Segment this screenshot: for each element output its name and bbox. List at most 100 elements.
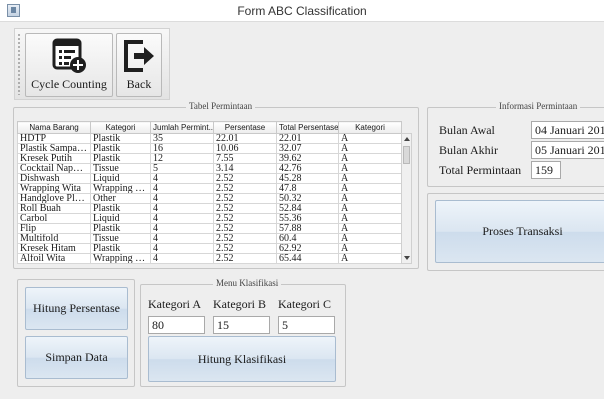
cell-jumlah: 35: [150, 133, 214, 144]
table-row[interactable]: Alfoil Wita Wrapping dan ... 4 2.52 65.4…: [17, 253, 402, 264]
cell-kategori-abc: A: [338, 173, 402, 184]
cell-kategori: Wrapping dan ...: [90, 183, 151, 194]
tabel-permintaan-title: Tabel Permintaan: [186, 101, 256, 111]
scroll-down-arrow-icon[interactable]: [404, 256, 410, 260]
cell-jumlah: 4: [150, 243, 214, 254]
table-scrollbar[interactable]: [401, 133, 412, 264]
cycle-counting-button[interactable]: Cycle Counting: [25, 33, 113, 97]
total-permintaan-field[interactable]: 159: [531, 161, 561, 179]
cell-kategori-abc: A: [338, 153, 402, 164]
cell-nama-barang: HDTP: [17, 133, 91, 144]
cell-total-persentase: 62.92: [276, 243, 339, 254]
cell-kategori-abc: A: [338, 253, 402, 264]
cell-kategori: Plastik: [90, 243, 151, 254]
title-bar: Form ABC Classification: [0, 0, 604, 22]
cell-kategori-abc: A: [338, 213, 402, 224]
cycle-counting-icon: [52, 38, 86, 73]
cell-nama-barang: Wrapping Wita: [17, 183, 91, 194]
table-row[interactable]: Handglove Plas... Other 4 2.52 50.32 A: [17, 193, 402, 204]
cell-persentase: 2.52: [213, 213, 277, 224]
kategori-c-input[interactable]: 5: [278, 316, 335, 334]
scroll-up-arrow-icon[interactable]: [404, 137, 410, 141]
cell-total-persentase: 52.84: [276, 203, 339, 214]
cell-nama-barang: Alfoil Wita: [17, 253, 91, 264]
table-row[interactable]: Flip Plastik 4 2.52 57.88 A: [17, 223, 402, 234]
cell-total-persentase: 42.76: [276, 163, 339, 174]
cell-nama-barang: Kresek Putih: [17, 153, 91, 164]
cell-total-persentase: 65.44: [276, 253, 339, 264]
cell-jumlah: 4: [150, 173, 214, 184]
table-row[interactable]: Kresek Putih Plastik 12 7.55 39.62 A: [17, 153, 402, 164]
table-row[interactable]: Roll Buah Plastik 4 2.52 52.84 A: [17, 203, 402, 214]
column-header-kategori[interactable]: Kategori: [90, 121, 151, 134]
cell-kategori: Tissue: [90, 233, 151, 244]
kategori-b-input[interactable]: 15: [213, 316, 270, 334]
table-row[interactable]: Cocktail Napki... Tissue 5 3.14 42.76 A: [17, 163, 402, 174]
cell-kategori: Plastik: [90, 133, 151, 144]
cell-kategori-abc: A: [338, 243, 402, 254]
cell-total-persentase: 55.36: [276, 213, 339, 224]
table-row[interactable]: Plastik Sampah... Plastik 16 10.06 32.07…: [17, 143, 402, 154]
bulan-awal-field[interactable]: 04 Januari 2016: [531, 121, 604, 139]
table-header-row: Nama Barang Kategori Jumlah Permint... P…: [17, 121, 402, 134]
table-row[interactable]: Carbol Liquid 4 2.52 55.36 A: [17, 213, 402, 224]
cell-total-persentase: 57.88: [276, 223, 339, 234]
cell-jumlah: 4: [150, 183, 214, 194]
scroll-thumb[interactable]: [403, 146, 410, 164]
cell-kategori-abc: A: [338, 193, 402, 204]
cell-jumlah: 4: [150, 253, 214, 264]
table-row[interactable]: Multifold Tissue 4 2.52 60.4 A: [17, 233, 402, 244]
cell-persentase: 2.52: [213, 233, 277, 244]
cell-nama-barang: Kresek Hitam: [17, 243, 91, 254]
cell-kategori-abc: A: [338, 163, 402, 174]
column-header-jumlah-permintaan[interactable]: Jumlah Permint...: [150, 121, 214, 134]
back-button[interactable]: Back: [116, 33, 162, 97]
cell-kategori-abc: A: [338, 183, 402, 194]
cell-jumlah: 4: [150, 193, 214, 204]
cell-persentase: 2.52: [213, 193, 277, 204]
cell-jumlah: 5: [150, 163, 214, 174]
hitung-klasifikasi-button[interactable]: Hitung Klasifikasi: [148, 336, 336, 382]
cell-jumlah: 4: [150, 213, 214, 224]
kategori-c-label: Kategori C: [278, 297, 331, 311]
kategori-a-input[interactable]: 80: [148, 316, 205, 334]
cell-kategori-abc: A: [338, 203, 402, 214]
cell-kategori-abc: A: [338, 133, 402, 144]
toolbar: Cycle Counting Back: [14, 28, 170, 100]
column-header-persentase[interactable]: Persentase: [213, 121, 277, 134]
proses-transaksi-button[interactable]: Proses Transaksi: [435, 200, 604, 263]
cell-total-persentase: 22.01: [276, 133, 339, 144]
cell-jumlah: 12: [150, 153, 214, 164]
cell-nama-barang: Plastik Sampah...: [17, 143, 91, 154]
cell-kategori-abc: A: [338, 143, 402, 154]
permintaan-table[interactable]: Nama Barang Kategori Jumlah Permint... P…: [17, 121, 402, 264]
total-permintaan-label: Total Permintaan: [439, 163, 522, 177]
cell-kategori: Other: [90, 193, 151, 204]
column-header-total-persentase[interactable]: Total Persentase: [276, 121, 339, 134]
kategori-a-label: Kategori A: [148, 297, 201, 311]
cell-persentase: 2.52: [213, 243, 277, 254]
cell-jumlah: 4: [150, 203, 214, 214]
toolbar-grip[interactable]: [17, 33, 21, 95]
cell-persentase: 2.52: [213, 253, 277, 264]
menu-klasifikasi-title: Menu Klasifikasi: [213, 278, 282, 288]
cell-kategori: Liquid: [90, 213, 151, 224]
hitung-persentase-button[interactable]: Hitung Persentase: [25, 287, 128, 330]
column-header-nama-barang[interactable]: Nama Barang: [17, 121, 91, 134]
bulan-akhir-field[interactable]: 05 Januari 2016: [531, 141, 604, 159]
cell-persentase: 10.06: [213, 143, 277, 154]
simpan-data-button[interactable]: Simpan Data: [25, 336, 128, 379]
cell-nama-barang: Cocktail Napki...: [17, 163, 91, 174]
table-row[interactable]: Wrapping Wita Wrapping dan ... 4 2.52 47…: [17, 183, 402, 194]
cell-persentase: 2.52: [213, 223, 277, 234]
column-header-kategori-abc[interactable]: Kategori: [338, 121, 402, 134]
cell-kategori: Liquid: [90, 173, 151, 184]
table-row[interactable]: Dishwash Liquid 4 2.52 45.28 A: [17, 173, 402, 184]
cell-nama-barang: Flip: [17, 223, 91, 234]
cell-total-persentase: 32.07: [276, 143, 339, 154]
cell-kategori: Tissue: [90, 163, 151, 174]
cell-kategori: Plastik: [90, 153, 151, 164]
cell-nama-barang: Dishwash: [17, 173, 91, 184]
table-row[interactable]: HDTP Plastik 35 22.01 22.01 A: [17, 133, 402, 144]
table-row[interactable]: Kresek Hitam Plastik 4 2.52 62.92 A: [17, 243, 402, 254]
